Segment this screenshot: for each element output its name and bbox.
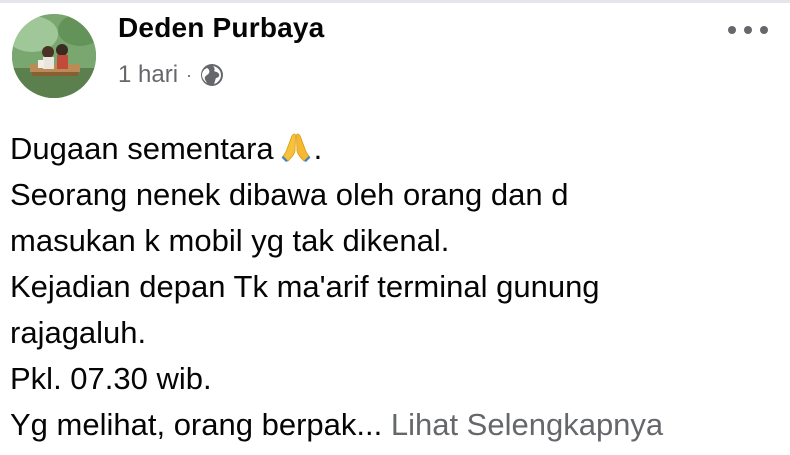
post-line-5: rajagaluh. bbox=[10, 315, 147, 350]
avatar[interactable] bbox=[12, 14, 96, 98]
post-line-7: Yg melihat, orang berpak... Lihat Seleng… bbox=[10, 407, 664, 442]
post-line-3: masukan k mobil yg tak dikenal. bbox=[10, 223, 450, 258]
top-divider bbox=[0, 0, 790, 3]
see-more-link[interactable]: Lihat Selengkapnya bbox=[391, 407, 663, 442]
globe-icon bbox=[200, 63, 224, 87]
post-line-6: Pkl. 07.30 wib. bbox=[10, 361, 212, 396]
author-name[interactable]: Deden Purbaya bbox=[118, 12, 324, 44]
post-header: Deden Purbaya 1 hari · bbox=[8, 6, 782, 98]
post-line-1: Dugaan sementara . bbox=[10, 130, 323, 166]
post-meta: 1 hari · bbox=[118, 58, 224, 92]
post-time[interactable]: 1 hari bbox=[118, 61, 178, 89]
post-line-2: Seorang nenek dibawa oleh orang dan d bbox=[10, 177, 569, 212]
avatar-photo bbox=[12, 14, 96, 98]
post-line-4: Kejadian depan Tk ma'arif terminal gunun… bbox=[10, 269, 600, 304]
folded-hands-icon bbox=[280, 130, 312, 162]
more-options-icon[interactable] bbox=[728, 18, 768, 42]
meta-separator: · bbox=[186, 64, 193, 85]
post-text: Dugaan sementara . Seorang nenek dibawa … bbox=[10, 126, 780, 448]
